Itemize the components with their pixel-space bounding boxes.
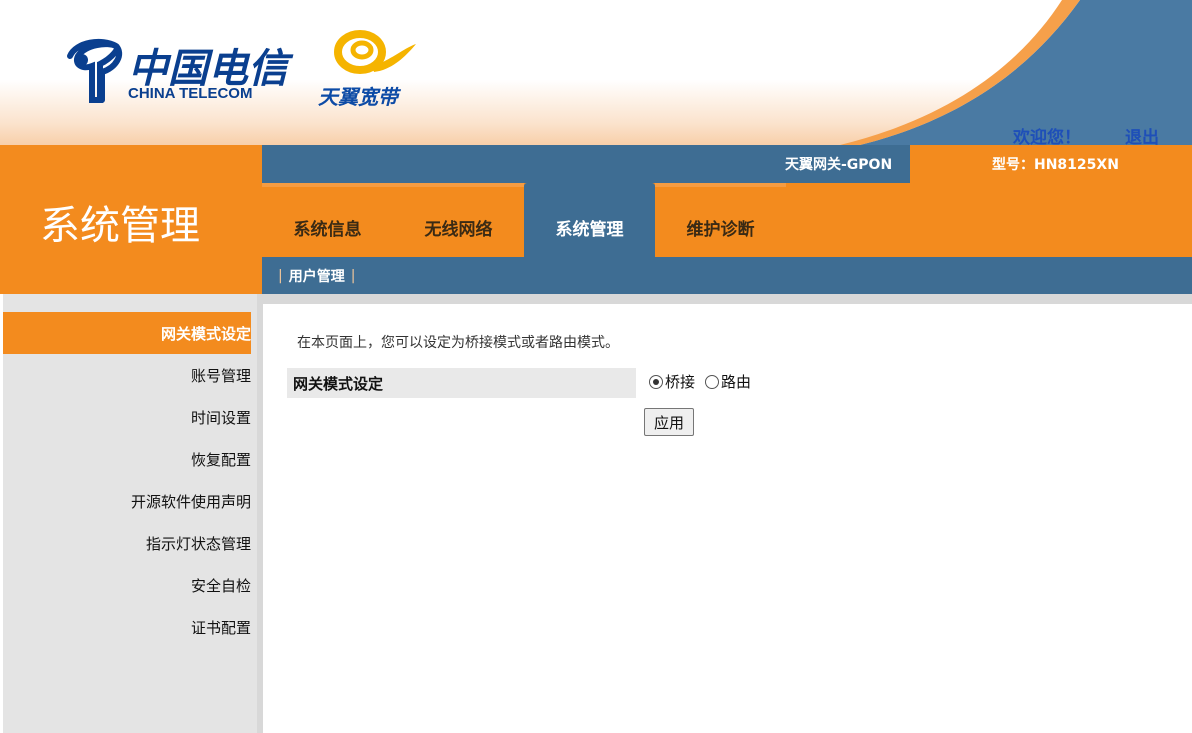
sidebar-item-security-check[interactable]: 安全自检	[3, 564, 251, 606]
page-header: 中国电信 CHINA TELECOM 天翼宽带 欢迎您！ 退出	[0, 0, 1192, 145]
sidebar-item-account[interactable]: 账号管理	[3, 354, 251, 396]
sidebar-item-open-source[interactable]: 开源软件使用声明	[3, 480, 251, 522]
tab-system-management[interactable]: 系统管理	[524, 183, 655, 257]
logo-english-text: CHINA TELECOM	[128, 85, 253, 102]
section-title: 系统管理	[40, 203, 200, 249]
tianyi-swirl-icon	[334, 30, 416, 74]
content-top-border	[263, 294, 1192, 304]
logout-link[interactable]: 退出	[1125, 123, 1159, 145]
china-telecom-logo: 中国电信 CHINA TELECOM	[62, 34, 292, 104]
tab-system-info[interactable]: 系统信息	[262, 183, 393, 257]
subnav-separator: |	[350, 267, 356, 284]
subnav-item-user-management[interactable]: 用户管理	[289, 266, 345, 286]
gateway-mode-label: 网关模式设定	[287, 368, 636, 398]
tab-wireless[interactable]: 无线网络	[393, 183, 524, 257]
sidebar-item-time[interactable]: 时间设置	[3, 396, 251, 438]
router-radio[interactable]	[705, 374, 720, 389]
model-label: 型号：HN8125XN	[992, 157, 1119, 173]
sub-navigation: | 用户管理 |	[262, 257, 1192, 294]
sidebar-item-certificate[interactable]: 证书配置	[3, 606, 251, 648]
brand-text: 天翼宽带	[318, 85, 398, 109]
main-content: 在本页面上，您可以设定为桥接模式或者路由模式。 网关模式设定 桥接 路由 应用	[263, 294, 1192, 733]
nav-band: 系统管理 天翼网关-GPON 型号：HN8125XN 系统信息 无线网络 系统管…	[0, 145, 1192, 294]
sidebar-item-gateway-mode[interactable]: 网关模式设定	[3, 312, 251, 354]
gateway-name: 天翼网关-GPON	[785, 157, 893, 173]
router-radio-label[interactable]: 路由	[721, 371, 751, 392]
welcome-text: 欢迎您！	[1013, 128, 1081, 145]
sidebar: 网关模式设定 账号管理 时间设置 恢复配置 开源软件使用声明 指示灯状态管理 安…	[3, 294, 257, 733]
gateway-mode-options: 桥接 路由	[649, 371, 761, 392]
sidebar-item-restore[interactable]: 恢复配置	[3, 438, 251, 480]
apply-button[interactable]: 应用	[644, 408, 695, 436]
china-telecom-mark-icon	[67, 38, 123, 103]
subnav-separator: |	[278, 267, 283, 284]
tianyi-broadband-logo: 天翼宽带	[316, 26, 426, 109]
sidebar-menu: 网关模式设定 账号管理 时间设置 恢复配置 开源软件使用声明 指示灯状态管理 安…	[3, 312, 257, 648]
main-tabs: 系统信息 无线网络 系统管理 维护诊断	[262, 183, 786, 257]
bridge-radio-label[interactable]: 桥接	[665, 371, 695, 392]
sidebar-item-led-status[interactable]: 指示灯状态管理	[3, 522, 251, 564]
tab-diagnostics[interactable]: 维护诊断	[655, 183, 786, 257]
intro-text: 在本页面上，您可以设定为桥接模式或者路由模式。	[297, 335, 619, 351]
bridge-radio[interactable]	[649, 374, 663, 389]
